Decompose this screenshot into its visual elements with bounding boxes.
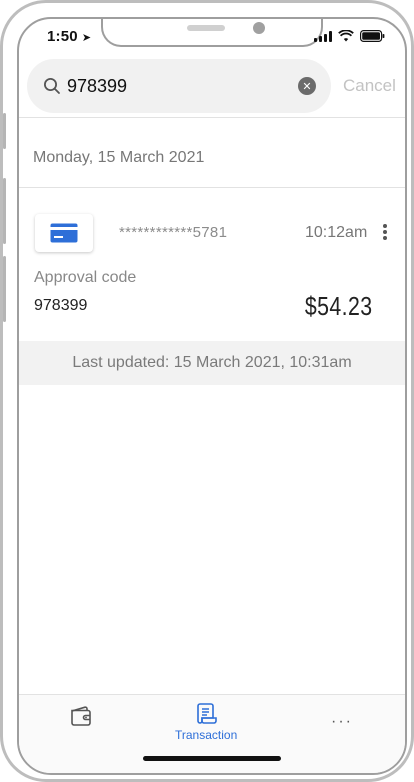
search-bar: ✕ Cancel [27,59,397,113]
clear-search-button[interactable]: ✕ [298,77,316,95]
home-indicator[interactable] [143,756,281,761]
tab-transaction[interactable]: Transaction [175,701,237,742]
location-arrow-icon: ➤ [81,32,92,44]
more-horizontal-icon: ··· [331,713,353,730]
more-vertical-icon [383,224,387,228]
wallet-icon [71,706,91,726]
signal-icon [314,30,332,42]
clock-text: 1:50 [47,28,78,45]
tab-more[interactable]: ··· [331,713,353,731]
status-bar-time: 1:50 ➤ [47,28,91,45]
search-divider [19,117,405,118]
tab-wallet[interactable] [69,705,93,727]
transaction-amount: $54.23 [305,291,373,321]
speaker [187,25,225,31]
camera [253,22,265,34]
card-number: ************5781 [119,224,228,241]
search-input[interactable] [67,74,287,98]
screen: 1:50 ➤ 978399 ✕ Cancel Monday, 15 March … [17,17,407,775]
battery-icon [360,30,385,42]
more-options-button[interactable] [379,222,391,242]
close-icon: ✕ [302,80,312,93]
status-bar-indicators [314,30,385,42]
transaction-time: 10:12am [305,224,368,241]
cancel-button[interactable]: Cancel [343,76,396,96]
credit-card-icon [50,223,78,243]
phone-frame: 1:50 ➤ 978399 ✕ Cancel Monday, 15 March … [0,0,414,782]
last-updated-text: Last updated: 15 March 2021, 10:31am [72,354,352,371]
silent-switch [3,113,6,149]
approval-code-label: Approval code [34,269,137,286]
last-updated-bar: Last updated: 15 March 2021, 10:31am [19,341,405,385]
volume-up-button [3,178,6,244]
section-divider [19,187,405,188]
tab-transaction-label: Transaction [175,728,238,742]
search-field[interactable]: ✕ [27,59,331,113]
search-icon [44,78,60,94]
wifi-icon [338,30,354,42]
notch [101,19,323,47]
receipt-icon [197,703,217,724]
volume-down-button [3,256,6,322]
approval-code-value: 978399 [34,297,88,314]
card-icon-badge [35,214,93,252]
section-date-header: Monday, 15 March 2021 [33,149,205,166]
tab-bar: Transaction ··· [19,694,405,773]
